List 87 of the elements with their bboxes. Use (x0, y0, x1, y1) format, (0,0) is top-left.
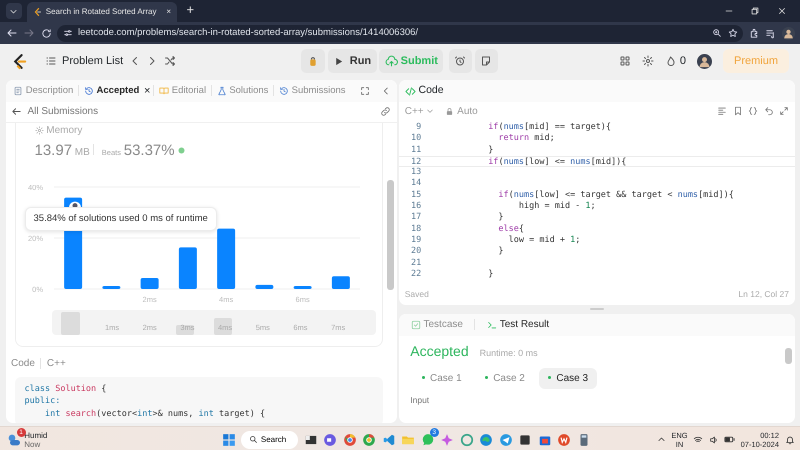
code-token: int (44, 408, 62, 419)
code-token: } (497, 246, 504, 256)
line-number: 22 (410, 268, 422, 280)
memory-value: 13.97 (34, 141, 72, 162)
code-editor[interactable]: 9 if(nums[mid] == target){ 10 return mid; 11 } 12 if(nums[low] <= nums[mid]){ 13 14 15 if(nums[low] <= target && target < nums[mid]){ 16 high = mid - 1; 17 } 18 else{ 19 low = mid + 1; 20 } 21 22 } (399, 120, 794, 283)
panel-tab[interactable]: Accepted (82, 84, 142, 98)
code-token: return (497, 133, 530, 144)
line-number: 11 (410, 144, 422, 156)
line-number: 21 (410, 258, 422, 269)
runtime-text: Runtime: 0 ms (480, 347, 538, 360)
code-token: (vector< (96, 408, 138, 419)
code-token: } (487, 144, 494, 155)
panel-tab[interactable]: Test Result (480, 316, 556, 333)
code-token: public: (24, 396, 60, 406)
panel-title: Code (418, 83, 444, 98)
code-token: class (24, 384, 52, 394)
weather-title: Humid (24, 430, 48, 440)
code-token: 1 (585, 201, 591, 212)
tab-close-button[interactable]: × (144, 82, 150, 100)
code-token: target) { (218, 408, 266, 419)
code-token: [low] <= target && target < (534, 190, 674, 200)
tab-title: Search in Rotated Sorted Array (46, 6, 158, 18)
line-number: 9 (415, 122, 422, 134)
code-token: ( (498, 122, 504, 132)
line-number: 14 (410, 178, 422, 190)
code-token: { (100, 384, 106, 394)
code-token: nums (504, 156, 524, 167)
cursor-position: Ln 12, Col 27 (738, 288, 789, 300)
code-token: if (487, 122, 498, 132)
verdict-text: Accepted (410, 342, 469, 361)
case-tab[interactable]: Case 1 (413, 368, 471, 388)
code-token: if (497, 190, 509, 200)
code-token: >& nums, (152, 408, 194, 419)
line-number: 16 (410, 201, 422, 212)
code-token: { (518, 224, 524, 234)
case-tab[interactable]: Case 3 (539, 368, 598, 388)
code-token: [mid] == target){ (524, 122, 612, 132)
code-token: Solution (55, 384, 96, 394)
problem-list-button[interactable]: Problem List (44, 52, 124, 70)
code-token: ; (590, 201, 596, 212)
line-number: 10 (410, 133, 422, 145)
run-button[interactable]: Run (328, 49, 377, 73)
search-button[interactable]: Search (241, 430, 298, 449)
section-label: Code (11, 357, 35, 372)
code-token: [mid]){ (590, 156, 626, 167)
line-number: 18 (410, 224, 422, 235)
language-label: C++ (46, 357, 66, 372)
streak-count: 0 (680, 54, 686, 69)
code-token: else (497, 224, 519, 234)
code-token: ; (575, 234, 580, 245)
memory-label: Memory (46, 124, 82, 138)
beats-value: 53.37% (124, 141, 175, 162)
code-token: } (497, 212, 504, 222)
code-token: nums (504, 122, 524, 132)
mode-label: Auto (457, 104, 478, 118)
line-number: 17 (410, 212, 422, 224)
code-token: 1 (570, 234, 576, 245)
code-token: mid; (533, 133, 555, 144)
code-token: [mid]){ (698, 190, 734, 200)
field-label: Input (410, 394, 430, 407)
code-token: if (487, 156, 498, 167)
line-number: 12 (410, 156, 422, 166)
code-token: ( (508, 190, 514, 200)
back-link[interactable]: All Submissions (11, 104, 98, 120)
line-number: 19 (410, 234, 422, 246)
code-token: int (198, 408, 214, 419)
weather-subtitle: Now (24, 440, 42, 449)
code-token: nums (678, 190, 698, 200)
code-token: } (487, 268, 494, 279)
browser-tab[interactable]: Search in Rotated Sorted Array × (27, 2, 177, 22)
save-status: Saved (404, 288, 429, 300)
code-token: low = mid + (508, 234, 566, 245)
case-tab[interactable]: Case 2 (476, 368, 534, 388)
code-token: ( (498, 156, 504, 167)
code-token: int (137, 408, 152, 419)
code-token: search (65, 408, 96, 419)
new-tab-button[interactable]: + (186, 0, 194, 19)
code-token: high = mid - (518, 201, 582, 212)
code-token: nums (514, 190, 534, 200)
code-token: [low] <= (524, 156, 566, 167)
line-number: 13 (410, 167, 422, 178)
line-number: 20 (410, 246, 422, 258)
tooltip: 35.84% of solutions used 0 ms of runtime (24, 206, 217, 232)
tab-close-button[interactable]: × (166, 6, 171, 18)
code-token: nums (570, 156, 591, 167)
line-number: 15 (410, 190, 422, 202)
memory-unit: MB (74, 146, 90, 160)
